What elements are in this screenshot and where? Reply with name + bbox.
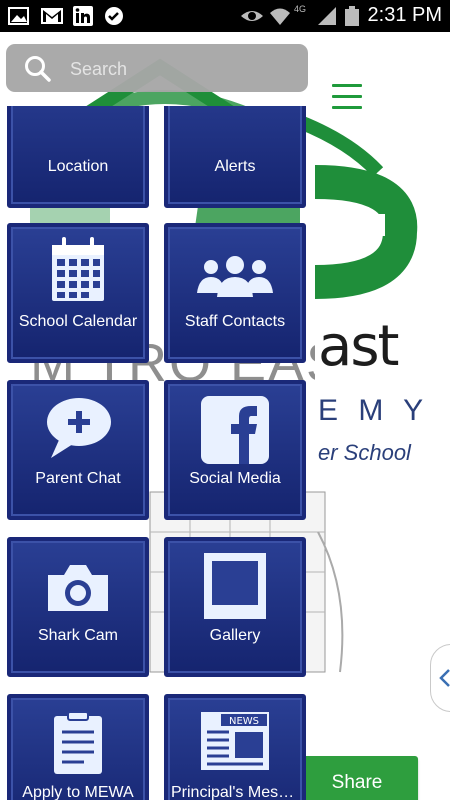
menu-tile-grid: Location Alerts School Calendar Staff Co…	[0, 106, 315, 800]
signal-strength-icon	[318, 7, 336, 25]
chat-plus-icon	[47, 398, 111, 458]
navigation-drawer: M TRO EAST Location Alerts	[0, 32, 315, 800]
search-bar[interactable]	[6, 44, 308, 92]
svg-text:NEWS: NEWS	[229, 716, 259, 727]
gmail-icon	[41, 8, 63, 24]
tile-label-shark-cam: Shark Cam	[37, 627, 119, 644]
search-icon	[25, 56, 51, 82]
tile-label-staff-contacts: Staff Contacts	[184, 313, 286, 330]
tile-apply-to-mewa[interactable]: Apply to MEWA	[7, 694, 149, 800]
tile-parent-chat[interactable]: Parent Chat	[7, 380, 149, 520]
tile-label-location: Location	[47, 158, 109, 175]
tile-alerts[interactable]: Alerts	[164, 106, 306, 208]
tile-location[interactable]: Location	[7, 106, 149, 208]
status-bar: 4G 2:31 PM	[0, 0, 450, 32]
status-time: 2:31 PM	[367, 4, 442, 26]
tile-gallery[interactable]: Gallery	[164, 537, 306, 677]
eye-icon	[241, 11, 263, 21]
network-type-label: 4G	[294, 4, 307, 14]
camera-icon	[48, 565, 108, 611]
tile-label-social-media: Social Media	[189, 470, 281, 487]
search-input[interactable]	[68, 52, 292, 86]
hamburger-menu-icon[interactable]	[332, 84, 364, 110]
logo-text-school: er School	[318, 440, 411, 465]
news-icon: NEWS	[201, 712, 269, 770]
image-notification-icon	[8, 7, 29, 25]
linkedin-icon	[73, 6, 93, 26]
chevron-left-icon	[439, 669, 450, 687]
tile-social-media[interactable]: Social Media	[164, 380, 306, 520]
check-notification-icon	[105, 7, 123, 25]
battery-icon	[345, 6, 359, 26]
tile-principals-message[interactable]: NEWS Principal's Messa...	[164, 694, 306, 800]
wifi-icon	[270, 8, 290, 25]
calendar-icon	[52, 237, 104, 301]
location-icon	[46, 106, 110, 112]
tile-label-principals-message: Principal's Messa...	[171, 784, 299, 800]
tile-staff-contacts[interactable]: Staff Contacts	[164, 223, 306, 363]
logo-text-east: ast	[318, 314, 399, 379]
tile-shark-cam[interactable]: Shark Cam	[7, 537, 149, 677]
clipboard-icon	[54, 711, 102, 774]
tile-label-alerts: Alerts	[214, 158, 256, 175]
logo-text-academy: E M Y	[318, 394, 430, 427]
tile-label-parent-chat: Parent Chat	[35, 470, 121, 487]
tile-label-apply-to-mewa: Apply to MEWA	[22, 784, 134, 800]
facebook-icon	[201, 396, 269, 464]
tile-label-gallery: Gallery	[209, 627, 261, 644]
gallery-frame-icon	[204, 553, 266, 619]
staff-contacts-icon	[197, 256, 273, 297]
tile-label-school-calendar: School Calendar	[18, 313, 138, 330]
side-panel-tab[interactable]	[430, 644, 450, 712]
tile-school-calendar[interactable]: School Calendar	[7, 223, 149, 363]
